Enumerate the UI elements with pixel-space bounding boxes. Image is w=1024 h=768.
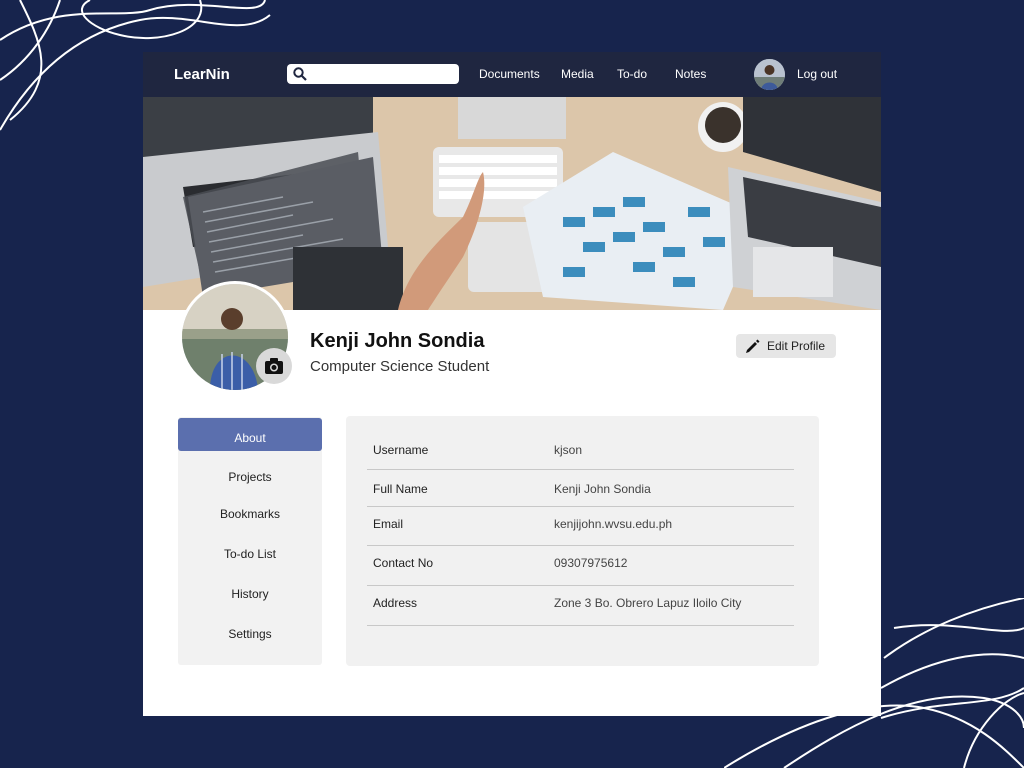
row-divider <box>367 625 794 626</box>
row-divider <box>367 506 794 507</box>
row-divider <box>367 585 794 586</box>
full-name-value: Kenji John Sondia <box>554 482 651 496</box>
sidebar-item-label: About <box>234 431 266 445</box>
username-label: Username <box>373 443 429 457</box>
sidebar-item-projects[interactable]: Projects <box>178 470 322 484</box>
sidebar-item-about[interactable]: About <box>178 418 322 451</box>
email-label: Email <box>373 517 404 531</box>
search-icon <box>293 67 307 81</box>
full-name-label: Full Name <box>373 482 428 496</box>
user-avatar[interactable] <box>754 59 785 90</box>
logout-link[interactable]: Log out <box>797 67 837 81</box>
search-input[interactable] <box>287 64 459 84</box>
change-photo-button[interactable] <box>256 348 292 384</box>
address-label: Address <box>373 596 418 610</box>
edit-profile-button[interactable]: Edit Profile <box>736 334 836 358</box>
top-navbar: LearNin Documents Media To-do Notes Log … <box>143 52 881 97</box>
sidebar-item-settings[interactable]: Settings <box>178 627 322 641</box>
sidebar-item-history[interactable]: History <box>178 587 322 601</box>
address-value: Zone 3 Bo. Obrero Lapuz Iloilo City <box>554 596 742 610</box>
row-divider <box>367 469 794 470</box>
sidebar-item-todo-list[interactable]: To-do List <box>178 547 322 561</box>
nav-link-documents[interactable]: Documents <box>479 67 540 81</box>
email-value: kenjijohn.wvsu.edu.ph <box>554 517 673 531</box>
profile-role: Computer Science Student <box>310 358 490 375</box>
cover-banner-image <box>143 97 881 310</box>
pencil-icon <box>746 339 760 353</box>
edit-profile-label: Edit Profile <box>767 339 826 353</box>
about-details-panel: Username kjson Full Name Kenji John Sond… <box>346 416 819 666</box>
nav-link-todo[interactable]: To-do <box>617 67 647 81</box>
camera-icon <box>265 358 283 374</box>
nav-link-media[interactable]: Media <box>561 67 594 81</box>
username-value: kjson <box>554 443 583 457</box>
nav-link-notes[interactable]: Notes <box>675 67 706 81</box>
contact-no-value: 09307975612 <box>554 556 628 570</box>
brand-logo[interactable]: LearNin <box>174 66 230 83</box>
sidebar-item-bookmarks[interactable]: Bookmarks <box>178 507 322 521</box>
profile-sidebar: About Projects Bookmarks To-do List Hist… <box>178 417 322 665</box>
profile-name: Kenji John Sondia <box>310 330 485 352</box>
app-window: LearNin Documents Media To-do Notes Log … <box>143 52 881 716</box>
row-divider <box>367 545 794 546</box>
contact-no-label: Contact No <box>373 556 434 570</box>
